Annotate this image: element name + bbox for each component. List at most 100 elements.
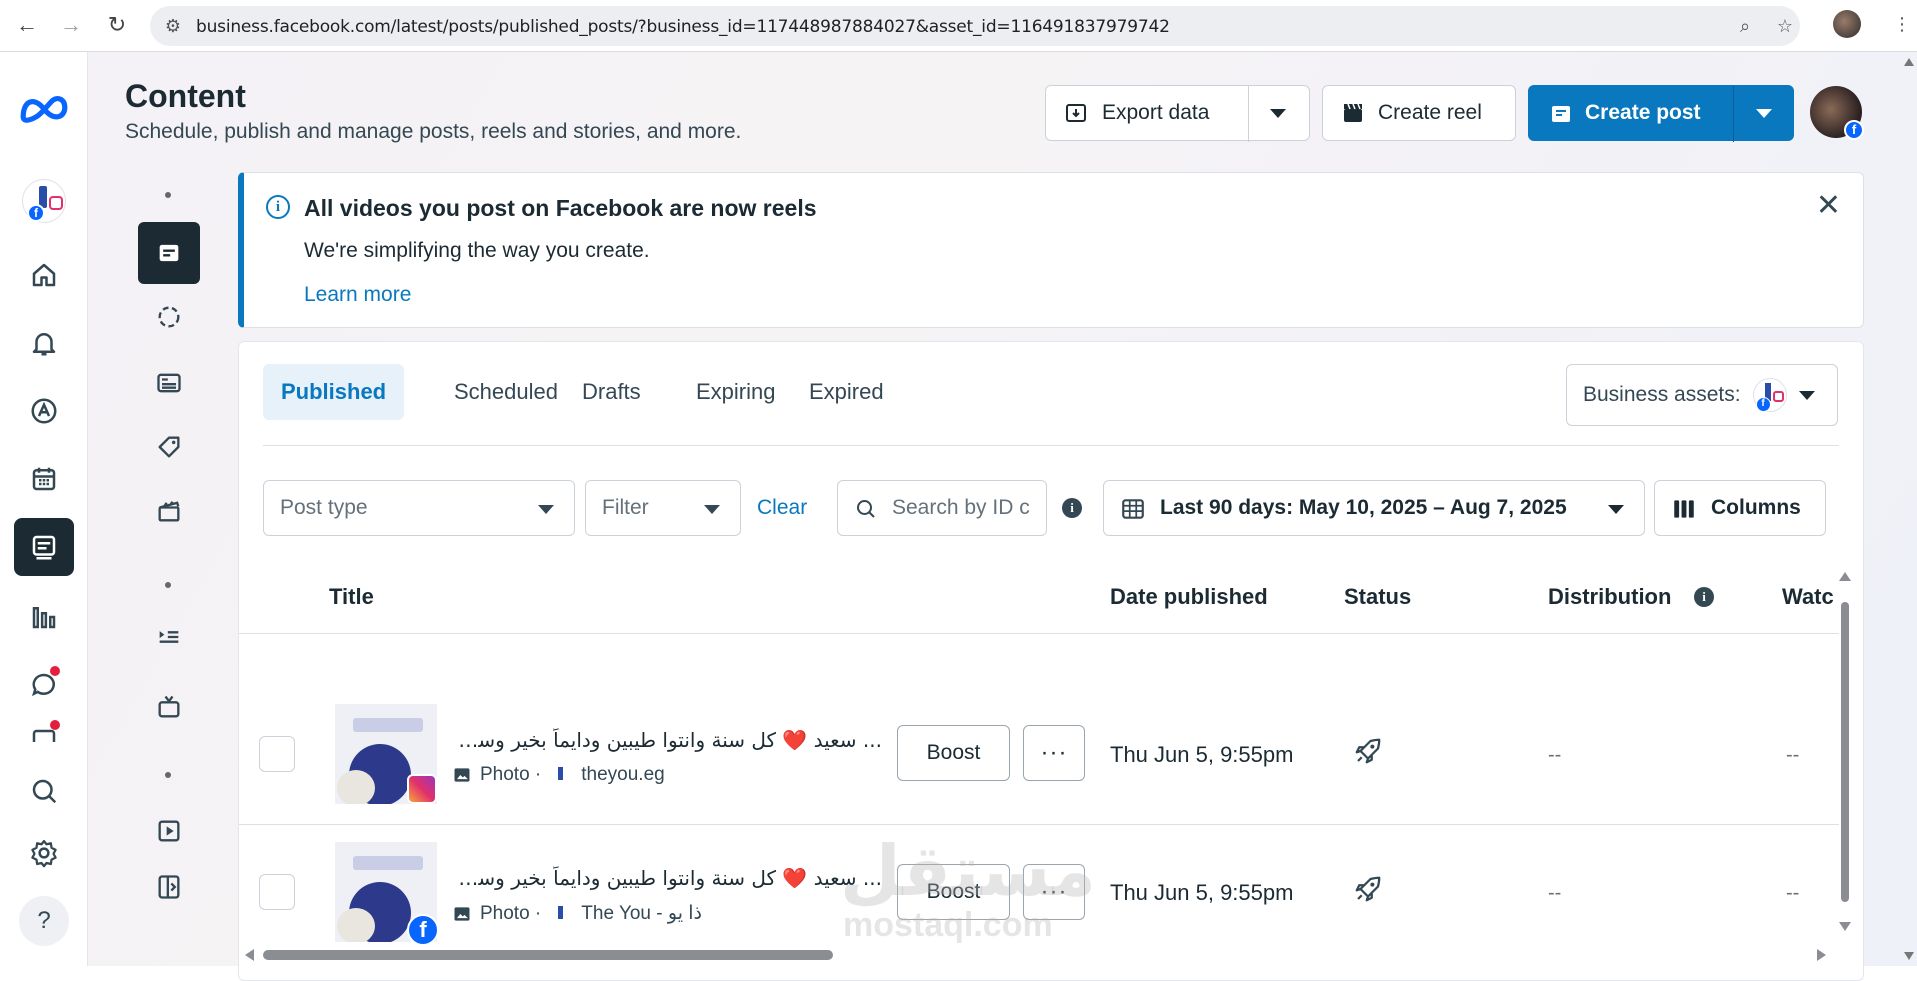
ads-icon[interactable] bbox=[14, 382, 74, 440]
scroll-down-arrow-icon[interactable] bbox=[1839, 922, 1851, 931]
export-data-label: Export data bbox=[1102, 101, 1210, 124]
zoom-icon[interactable]: ⌕ bbox=[1734, 15, 1756, 37]
help-button[interactable]: ? bbox=[14, 892, 74, 950]
close-icon[interactable]: ✕ bbox=[1816, 191, 1841, 221]
page-avatar[interactable]: f bbox=[1810, 86, 1864, 140]
site-info-icon[interactable]: ⚙ bbox=[162, 15, 184, 37]
vertical-scroll-thumb[interactable] bbox=[1841, 602, 1849, 902]
distribution-info-icon[interactable]: i bbox=[1694, 587, 1714, 607]
insights-icon[interactable] bbox=[14, 588, 74, 646]
boost-button[interactable]: Boost bbox=[897, 725, 1010, 781]
horizontal-scrollbar[interactable] bbox=[239, 946, 1839, 964]
column-header-watch[interactable]: Watc bbox=[1782, 584, 1834, 610]
more-options-button[interactable]: ··· bbox=[1023, 725, 1085, 781]
search-info-icon[interactable]: i bbox=[1062, 498, 1082, 518]
watermark-latin: mostaql.com bbox=[843, 906, 1053, 944]
column-header-title[interactable]: Title bbox=[329, 584, 374, 610]
scroll-left-arrow-icon[interactable] bbox=[245, 949, 254, 961]
post-type-placeholder: Post type bbox=[280, 496, 368, 519]
browser-profile-avatar[interactable] bbox=[1833, 10, 1861, 38]
back-icon[interactable]: ← bbox=[12, 10, 42, 40]
search-input[interactable]: Search by ID c bbox=[837, 480, 1047, 536]
post-meta: Photo · The You - ذا يو bbox=[452, 902, 702, 925]
calendar-icon[interactable] bbox=[14, 450, 74, 508]
help-icon: ? bbox=[19, 896, 69, 946]
watch-value: -- bbox=[1786, 744, 1800, 766]
reload-icon[interactable]: ↻ bbox=[102, 10, 132, 40]
export-dropdown-caret-icon[interactable] bbox=[1270, 109, 1286, 118]
row-divider bbox=[239, 824, 1839, 825]
tab-drafts[interactable]: Drafts bbox=[564, 364, 659, 420]
left-nav-rail: f ? bbox=[0, 52, 88, 966]
tab-published[interactable]: Published bbox=[263, 364, 405, 420]
date-range-picker[interactable]: Last 90 days: May 10, 2025 – Aug 7, 2025 bbox=[1103, 480, 1645, 536]
sub-nav-stories-icon[interactable] bbox=[138, 286, 200, 348]
page-scroll-down-icon[interactable] bbox=[1904, 952, 1914, 960]
divider bbox=[263, 445, 1839, 446]
rocket-status-icon bbox=[1355, 876, 1381, 902]
filter-select[interactable]: Filter bbox=[585, 480, 741, 536]
address-bar[interactable]: ⚙ business.facebook.com/latest/posts/pub… bbox=[150, 6, 1800, 46]
column-header-distribution[interactable]: Distribution bbox=[1548, 584, 1671, 610]
sub-nav-clips-icon[interactable] bbox=[138, 480, 200, 542]
post-account: The You - ذا يو bbox=[581, 903, 703, 924]
sub-nav-tags-icon[interactable] bbox=[138, 416, 200, 478]
post-title[interactable]: ... سعيد ❤️ كل سنة وانتوا طيبين ودايماً … bbox=[452, 866, 882, 890]
post-icon bbox=[1552, 106, 1570, 122]
post-type-select[interactable]: Post type bbox=[263, 480, 575, 536]
inbox-icon[interactable] bbox=[14, 656, 74, 714]
instagram-badge-icon bbox=[407, 774, 437, 804]
learn-more-link[interactable]: Learn more bbox=[304, 283, 411, 307]
browser-menu-icon[interactable]: ⋮ bbox=[1893, 14, 1911, 35]
tab-expired[interactable]: Expired bbox=[791, 364, 902, 420]
business-account-avatar[interactable]: f bbox=[14, 172, 74, 230]
sub-nav-video-icon[interactable] bbox=[138, 800, 200, 862]
horizontal-scroll-thumb[interactable] bbox=[263, 950, 833, 960]
page-scroll-up-icon[interactable] bbox=[1904, 58, 1914, 66]
scroll-up-arrow-icon[interactable] bbox=[1839, 572, 1851, 581]
columns-button[interactable]: Columns bbox=[1654, 480, 1826, 536]
scroll-right-arrow-icon[interactable] bbox=[1817, 949, 1826, 961]
create-post-dropdown-caret-icon[interactable] bbox=[1756, 109, 1772, 118]
create-reel-button[interactable]: Create reel bbox=[1322, 85, 1516, 141]
url-text[interactable]: business.facebook.com/latest/posts/publi… bbox=[196, 17, 1170, 37]
more-tools-icon[interactable] bbox=[14, 716, 74, 742]
export-data-button[interactable]: Export data bbox=[1045, 85, 1310, 142]
filter-placeholder: Filter bbox=[602, 496, 649, 519]
chevron-down-icon bbox=[704, 505, 720, 514]
clear-filters-link[interactable]: Clear bbox=[757, 496, 807, 520]
sub-nav-mentions-icon[interactable] bbox=[138, 352, 200, 414]
tab-expiring[interactable]: Expiring bbox=[678, 364, 793, 420]
tab-scheduled[interactable]: Scheduled bbox=[436, 364, 576, 420]
settings-gear-icon[interactable] bbox=[14, 824, 74, 882]
row-checkbox[interactable] bbox=[259, 874, 295, 910]
column-header-date-published[interactable]: Date published bbox=[1110, 584, 1268, 610]
facebook-badge-icon: f bbox=[407, 914, 439, 946]
section-dot bbox=[165, 772, 171, 778]
search-icon[interactable] bbox=[14, 762, 74, 820]
notifications-bell-icon[interactable] bbox=[14, 314, 74, 372]
business-assets-label: Business assets: bbox=[1583, 383, 1741, 406]
forward-icon[interactable]: → bbox=[56, 10, 86, 40]
content-icon[interactable] bbox=[14, 518, 74, 576]
sub-nav-posts-icon[interactable] bbox=[138, 222, 200, 284]
bookmark-star-icon[interactable]: ☆ bbox=[1774, 15, 1796, 37]
business-assets-selector[interactable]: Business assets: f bbox=[1566, 364, 1838, 426]
column-header-status[interactable]: Status bbox=[1344, 584, 1411, 610]
vertical-scrollbar[interactable] bbox=[1839, 572, 1851, 942]
home-icon[interactable] bbox=[14, 246, 74, 304]
meta-logo-icon[interactable] bbox=[14, 80, 74, 138]
row-checkbox[interactable] bbox=[259, 736, 295, 772]
sub-nav-playlists-icon[interactable] bbox=[138, 606, 200, 668]
tools-alert-dot bbox=[50, 720, 60, 730]
create-post-button[interactable]: Create post bbox=[1528, 85, 1794, 142]
header-divider bbox=[239, 633, 1839, 634]
sub-nav-collapse-icon[interactable] bbox=[138, 856, 200, 918]
post-title[interactable]: ... سعيد ❤️ كل سنة وانتوا طيبين ودايماً … bbox=[452, 728, 882, 752]
post-account: theyou.eg bbox=[581, 764, 665, 785]
photo-icon bbox=[454, 906, 470, 921]
page-scrollbar[interactable] bbox=[1900, 52, 1917, 966]
search-icon bbox=[857, 500, 875, 518]
sub-nav-tv-icon[interactable] bbox=[138, 676, 200, 738]
photo-icon bbox=[454, 768, 470, 782]
